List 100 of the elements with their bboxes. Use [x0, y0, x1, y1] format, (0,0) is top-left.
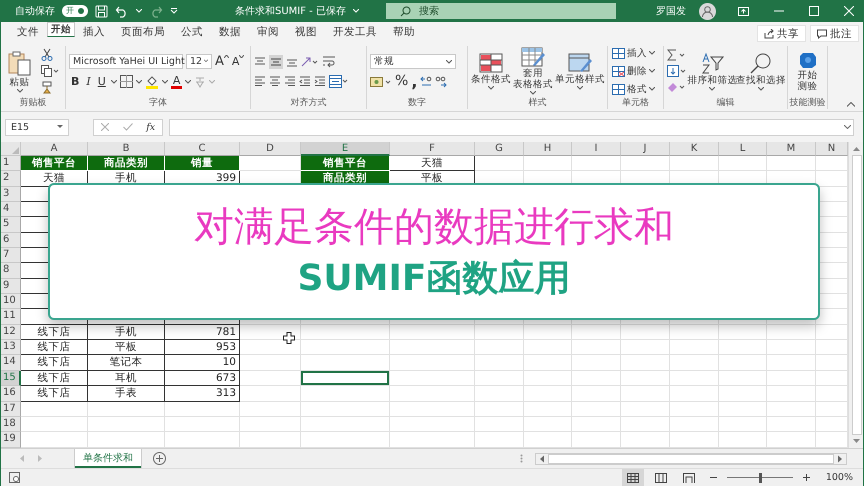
empty-cell[interactable]: [524, 156, 572, 172]
empty-cell[interactable]: [390, 402, 475, 417]
empty-cell[interactable]: [301, 386, 390, 402]
autosum-icon[interactable]: [667, 49, 688, 61]
column-header[interactable]: N: [816, 142, 848, 156]
row-header[interactable]: 11: [1, 309, 21, 325]
ribbon-tab[interactable]: 视图: [287, 22, 325, 44]
ribbon-tab[interactable]: 公式: [173, 22, 211, 44]
select-all-button[interactable]: [1, 142, 21, 156]
empty-cell[interactable]: [240, 355, 301, 371]
empty-cell[interactable]: [621, 416, 670, 432]
column-header[interactable]: C: [165, 142, 240, 156]
row-header[interactable]: 15: [1, 370, 21, 386]
font-size-dropdown[interactable]: 12: [186, 54, 212, 68]
row-header[interactable]: 9: [1, 278, 21, 294]
empty-cell[interactable]: [390, 370, 475, 386]
empty-cell[interactable]: [475, 324, 524, 340]
ribbon-tab[interactable]: 页面布局: [113, 22, 173, 44]
expand-icon[interactable]: [844, 125, 851, 129]
wrap-text-icon[interactable]: [322, 54, 336, 68]
empty-cell[interactable]: [301, 416, 390, 432]
caret-icon[interactable]: [162, 80, 168, 84]
empty-cell[interactable]: [301, 355, 390, 371]
insert-function-button[interactable]: fx: [146, 122, 156, 132]
name-box[interactable]: E15: [5, 118, 69, 136]
empty-cell[interactable]: [670, 402, 719, 417]
row-header[interactable]: 3: [1, 186, 21, 202]
comma-style-button[interactable]: ,: [411, 76, 418, 88]
empty-cell[interactable]: [572, 416, 621, 432]
empty-cell[interactable]: [524, 416, 572, 432]
vertical-scrollbar[interactable]: [848, 142, 863, 448]
decrease-font-size-button[interactable]: A: [232, 54, 244, 68]
normal-view-button[interactable]: [622, 469, 644, 486]
paste-button[interactable]: 粘贴: [8, 50, 32, 92]
caret-icon[interactable]: [110, 80, 117, 84]
macro-icon[interactable]: [9, 472, 20, 483]
increase-decimal-icon[interactable]: [420, 76, 432, 88]
empty-cell[interactable]: [670, 156, 719, 172]
sort-filter-button[interactable]: 排序和筛选: [689, 52, 736, 90]
column-header[interactable]: K: [670, 142, 719, 156]
row-header[interactable]: 13: [1, 340, 21, 356]
empty-cell[interactable]: [301, 402, 390, 417]
ribbon-tab[interactable]: 开始: [47, 22, 75, 37]
ribbon-tab[interactable]: 帮助: [385, 22, 423, 44]
format-cells-button[interactable]: 格式: [612, 82, 655, 96]
empty-cell[interactable]: [475, 386, 524, 402]
empty-cell[interactable]: [719, 416, 767, 432]
empty-cell[interactable]: [621, 386, 670, 402]
format-as-table-button[interactable]: 套用 表格格式: [513, 47, 553, 95]
empty-cell[interactable]: [301, 340, 390, 356]
font-color-button[interactable]: A: [170, 74, 182, 88]
empty-cell[interactable]: [88, 416, 165, 432]
row-header[interactable]: 1: [1, 156, 21, 172]
autosave-toggle[interactable]: 开: [62, 5, 88, 17]
bottom-align-icon[interactable]: [286, 56, 298, 66]
add-sheet-icon[interactable]: [153, 452, 166, 465]
empty-cell[interactable]: [301, 324, 390, 340]
column-header[interactable]: H: [524, 142, 572, 156]
align-left-icon[interactable]: [254, 76, 266, 86]
empty-cell[interactable]: [524, 324, 572, 340]
start-quiz-button[interactable]: 开始 测验: [791, 50, 824, 92]
empty-cell[interactable]: [572, 156, 621, 172]
increase-font-size-button[interactable]: A: [215, 54, 229, 68]
column-header[interactable]: B: [88, 142, 165, 156]
horizontal-scrollbar[interactable]: [535, 452, 847, 464]
row-header[interactable]: 16: [1, 386, 21, 402]
empty-cell[interactable]: [475, 402, 524, 417]
column-header[interactable]: E: [301, 142, 390, 156]
empty-cell[interactable]: [475, 370, 524, 386]
row-header[interactable]: 6: [1, 232, 21, 248]
empty-cell[interactable]: [524, 355, 572, 371]
avatar-icon[interactable]: [699, 2, 716, 20]
empty-cell[interactable]: [767, 156, 816, 172]
row-header[interactable]: 18: [1, 416, 21, 432]
caret-icon[interactable]: [185, 80, 192, 84]
copy-icon[interactable]: [40, 65, 58, 77]
empty-cell[interactable]: [767, 416, 816, 432]
maximize-icon[interactable]: [809, 6, 819, 16]
user-name[interactable]: 罗国发: [656, 4, 686, 18]
empty-cell[interactable]: [572, 355, 621, 371]
empty-cell[interactable]: [719, 340, 767, 356]
active-cell[interactable]: [301, 370, 390, 386]
scroll-left-icon[interactable]: [539, 454, 545, 462]
zoom-level[interactable]: 100%: [826, 472, 853, 483]
number-format-dropdown[interactable]: 常规: [370, 54, 456, 69]
find-select-button[interactable]: 查找和选择: [738, 52, 784, 90]
empty-cell[interactable]: [621, 340, 670, 356]
empty-cell[interactable]: [719, 355, 767, 371]
decrease-indent-icon[interactable]: [299, 76, 311, 86]
middle-align-icon[interactable]: [269, 54, 283, 68]
align-center-icon[interactable]: [269, 76, 281, 86]
empty-cell[interactable]: [475, 156, 524, 172]
scroll-down-icon[interactable]: [852, 438, 861, 444]
empty-cell[interactable]: [767, 402, 816, 417]
italic-button[interactable]: I: [84, 75, 93, 88]
empty-cell[interactable]: [621, 402, 670, 417]
comments-button[interactable]: 批注: [810, 25, 859, 42]
empty-cell[interactable]: [390, 386, 475, 402]
empty-cell[interactable]: [240, 386, 301, 402]
merge-center-icon[interactable]: [329, 74, 349, 88]
